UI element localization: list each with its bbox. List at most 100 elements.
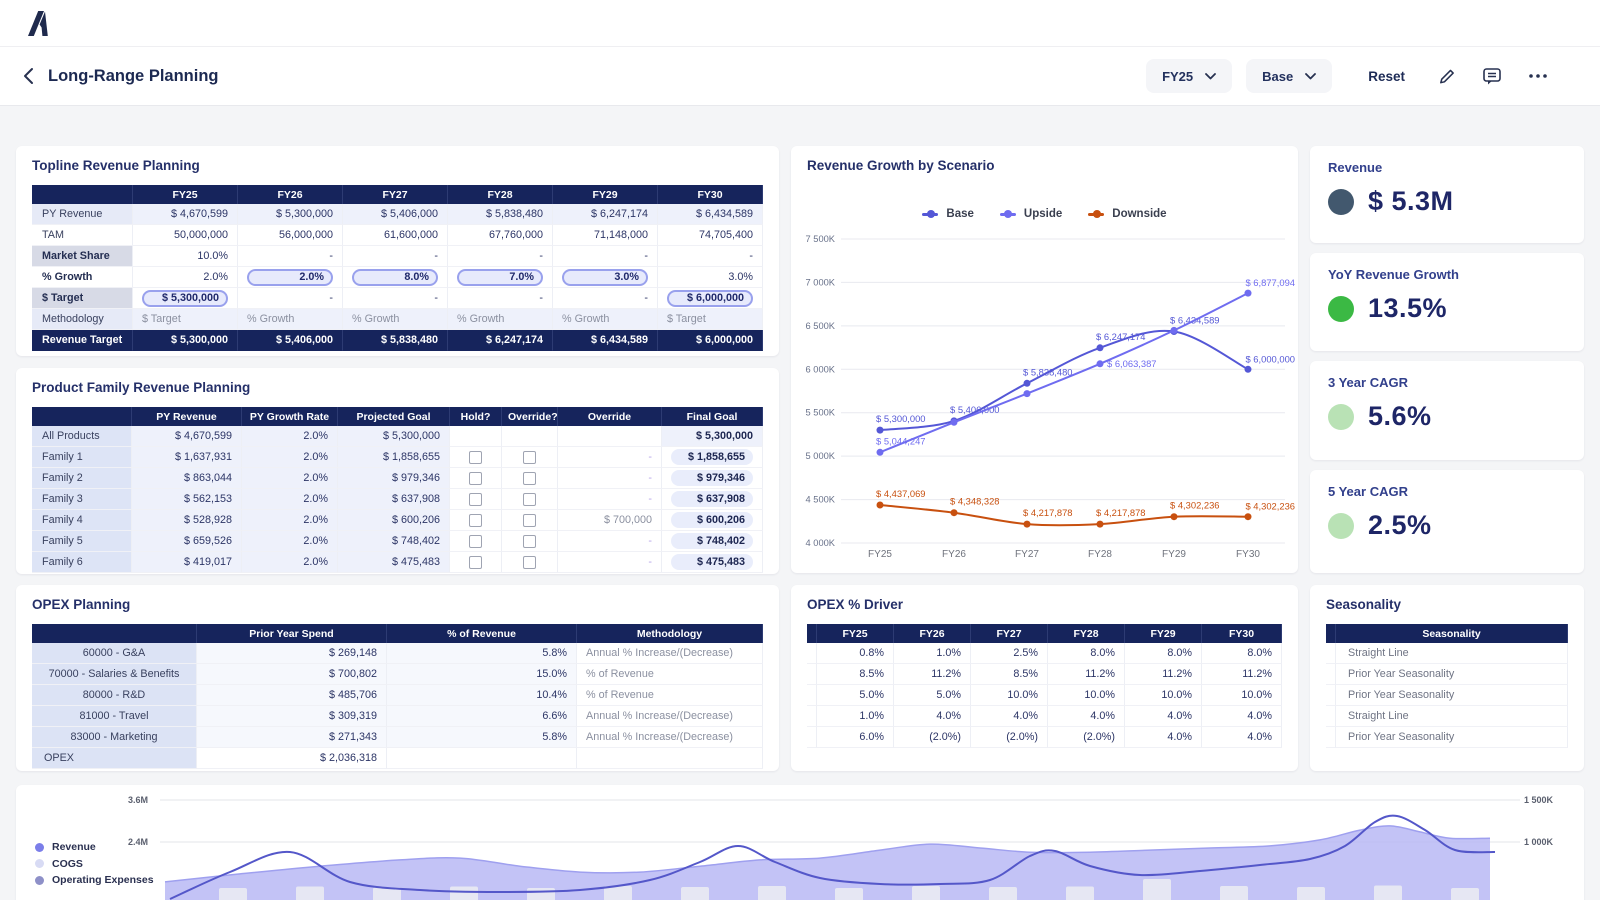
financials-area-chart: 3.6M1 500K2.4M1 000K	[16, 785, 1584, 900]
comment-icon[interactable]	[1482, 67, 1502, 86]
more-options-icon[interactable]	[1528, 73, 1548, 79]
checkbox[interactable]	[469, 514, 482, 527]
table-row: Family 3$ 562,1532.0%$ 637,908-$ 637,908	[32, 489, 763, 510]
table-cell: 2.0%	[242, 552, 338, 573]
table-cell: 5.0%	[817, 685, 894, 706]
table-cell: % Growth	[238, 309, 343, 330]
checkbox[interactable]	[469, 493, 482, 506]
table-cell: $ 637,908	[662, 489, 763, 510]
table-cell: 61,600,000	[343, 225, 448, 246]
editable-cell[interactable]: 7.0%	[457, 269, 543, 286]
table-cell: % Growth	[343, 309, 448, 330]
chevron-down-icon	[1205, 73, 1216, 80]
anaplan-logo-icon[interactable]	[26, 10, 52, 37]
table-cell	[558, 426, 662, 447]
checkbox[interactable]	[523, 472, 536, 485]
svg-text:FY29: FY29	[1162, 549, 1186, 560]
checkbox[interactable]	[523, 493, 536, 506]
scenario-selector[interactable]: Base	[1246, 59, 1332, 93]
table-cell: 67,760,000	[448, 225, 553, 246]
table-row: Revenue Target$ 5,300,000$ 5,406,000$ 5,…	[32, 330, 763, 351]
table-row: Family 4$ 528,9282.0%$ 600,206$ 700,000$…	[32, 510, 763, 531]
checkbox[interactable]	[469, 451, 482, 464]
checkbox-cell[interactable]	[450, 447, 502, 468]
checkbox[interactable]	[469, 535, 482, 548]
table-cell: $ 269,148	[197, 643, 387, 664]
row-label	[1326, 727, 1336, 748]
checkbox[interactable]	[523, 451, 536, 464]
table-cell[interactable]: 3.0%	[553, 267, 658, 288]
back-button[interactable]	[22, 67, 36, 85]
kpi-indicator-dot	[1328, 296, 1354, 322]
table-cell: $ 5,838,480	[448, 204, 553, 225]
table-cell: -	[553, 246, 658, 267]
checkbox[interactable]	[523, 556, 536, 569]
table-cell: 71,148,000	[553, 225, 658, 246]
checkbox[interactable]	[469, 472, 482, 485]
table-cell: -	[558, 531, 662, 552]
checkbox[interactable]	[523, 514, 536, 527]
checkbox[interactable]	[523, 535, 536, 548]
checkbox-cell[interactable]	[450, 489, 502, 510]
row-label: OPEX	[32, 748, 197, 769]
row-label: Family 1	[32, 447, 132, 468]
reset-button[interactable]: Reset	[1362, 68, 1411, 85]
table-row: TAM50,000,00056,000,00061,600,00067,760,…	[32, 225, 763, 246]
table-cell: 10.0%	[1125, 685, 1202, 706]
svg-text:$ 6,877,094: $ 6,877,094	[1245, 277, 1295, 288]
table-cell: 8.5%	[817, 664, 894, 685]
edit-icon[interactable]	[1437, 67, 1456, 86]
table-cell: 4.0%	[971, 706, 1048, 727]
table-cell: -	[658, 246, 763, 267]
table-cell[interactable]: $ 5,300,000	[133, 288, 238, 309]
table-cell: $ 5,406,000	[238, 330, 343, 351]
checkbox-cell[interactable]	[502, 489, 558, 510]
checkbox-cell[interactable]	[450, 531, 502, 552]
editable-cell[interactable]: 2.0%	[247, 269, 333, 286]
table-cell: Annual % Increase/(Decrease)	[577, 643, 763, 664]
kpi-title: 5 Year CAGR	[1328, 484, 1566, 499]
table-cell: 2.5%	[971, 643, 1048, 664]
table-cell[interactable]: 2.0%	[238, 267, 343, 288]
table-row: Prior Year Seasonality	[1326, 727, 1568, 748]
row-label	[807, 706, 817, 727]
table-cell: $ 528,928	[132, 510, 242, 531]
table-cell: $ 475,483	[662, 552, 763, 573]
table-cell[interactable]: $ 6,000,000	[658, 288, 763, 309]
table-cell: 4.0%	[1202, 727, 1282, 748]
row-label: Family 6	[32, 552, 132, 573]
checkbox-cell[interactable]	[450, 552, 502, 573]
table-row: Prior Year Seasonality	[1326, 685, 1568, 706]
editable-cell[interactable]: 3.0%	[562, 269, 648, 286]
long-range-planning-dashboard: Long-Range Planning FY25 Base Reset	[0, 0, 1600, 900]
table-cell: (2.0%)	[894, 727, 971, 748]
table-cell: $ 4,670,599	[133, 204, 238, 225]
checkbox-cell[interactable]	[502, 468, 558, 489]
table-cell: $ 6,434,589	[553, 330, 658, 351]
product-family-table: PY RevenuePY Growth RateProjected GoalHo…	[16, 407, 779, 573]
column-header: PY Revenue	[132, 407, 242, 426]
table-cell: $ 1,858,655	[338, 447, 450, 468]
checkbox-cell[interactable]	[502, 510, 558, 531]
kpi-value: 5.6%	[1368, 401, 1432, 432]
card-title: OPEX Planning	[32, 597, 763, 612]
checkbox-cell[interactable]	[450, 510, 502, 531]
checkbox-cell[interactable]	[502, 447, 558, 468]
table-cell: $ 309,319	[197, 706, 387, 727]
final-goal-cell: $ 637,908	[671, 491, 753, 507]
editable-cell[interactable]: 8.0%	[352, 269, 438, 286]
table-cell: $ 5,300,000	[338, 426, 450, 447]
svg-text:$ 4,302,236: $ 4,302,236	[1170, 500, 1220, 511]
table-cell[interactable]: 8.0%	[343, 267, 448, 288]
table-cell: Straight Line	[1336, 706, 1568, 727]
checkbox-cell[interactable]	[450, 468, 502, 489]
checkbox-cell[interactable]	[502, 531, 558, 552]
checkbox[interactable]	[469, 556, 482, 569]
editable-cell[interactable]: $ 5,300,000	[142, 290, 228, 307]
table-cell: $ 1,858,655	[662, 447, 763, 468]
editable-cell[interactable]: $ 6,000,000	[667, 290, 753, 307]
table-cell[interactable]: 7.0%	[448, 267, 553, 288]
table-cell: % of Revenue	[577, 664, 763, 685]
period-selector[interactable]: FY25	[1146, 59, 1232, 93]
checkbox-cell[interactable]	[502, 552, 558, 573]
